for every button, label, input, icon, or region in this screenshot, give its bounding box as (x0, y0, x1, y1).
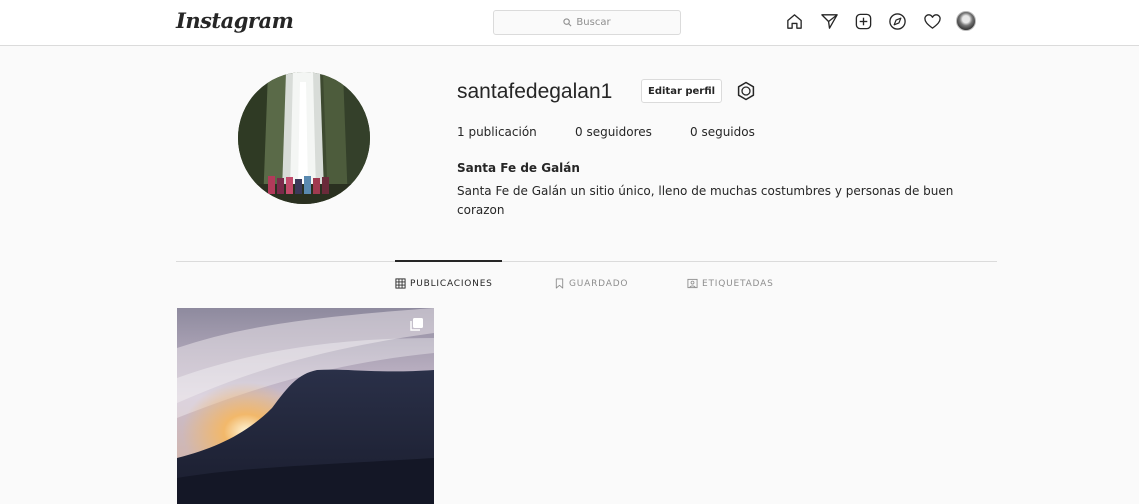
followers-count[interactable]: 0 seguidores (575, 125, 652, 139)
new-post-icon[interactable] (852, 10, 874, 32)
multiple-photos-icon (410, 318, 423, 331)
post-thumbnail[interactable] (177, 308, 434, 504)
tagged-icon (687, 278, 698, 289)
top-navigation-bar: Instagram Buscar (0, 0, 1139, 46)
following-count[interactable]: 0 seguidos (690, 125, 755, 139)
active-tab-indicator (395, 260, 502, 262)
search-input[interactable]: Buscar (493, 10, 681, 35)
tab-label: ETIQUETADAS (702, 278, 774, 289)
settings-gear-icon[interactable] (735, 80, 757, 102)
profile-avatar-icon (956, 11, 976, 31)
home-icon[interactable] (783, 10, 805, 32)
explore-icon[interactable] (886, 10, 908, 32)
tab-guardado[interactable]: GUARDADO (554, 278, 628, 289)
search-placeholder: Buscar (576, 17, 611, 28)
tab-etiquetadas[interactable]: ETIQUETADAS (687, 278, 774, 289)
profile-username: santafedegalan1 (457, 80, 613, 103)
tab-label: PUBLICACIONES (410, 278, 493, 289)
profile-full-name: Santa Fe de Galán (457, 161, 580, 175)
tab-publicaciones[interactable]: PUBLICACIONES (395, 278, 493, 289)
profile-bio: Santa Fe de Galán un sitio único, lleno … (457, 184, 954, 217)
profile-avatar-button[interactable] (955, 10, 977, 32)
instagram-logo[interactable]: Instagram (176, 8, 294, 33)
direct-icon[interactable] (818, 10, 840, 32)
tabs-divider (176, 261, 997, 262)
grid-icon (395, 278, 406, 289)
profile-picture[interactable] (238, 72, 370, 204)
posts-count: 1 publicación (457, 125, 537, 139)
edit-profile-button[interactable]: Editar perfil (641, 79, 723, 103)
bookmark-icon (555, 278, 564, 289)
tab-label: GUARDADO (569, 278, 629, 289)
activity-heart-icon[interactable] (921, 10, 943, 32)
search-icon (563, 18, 572, 27)
